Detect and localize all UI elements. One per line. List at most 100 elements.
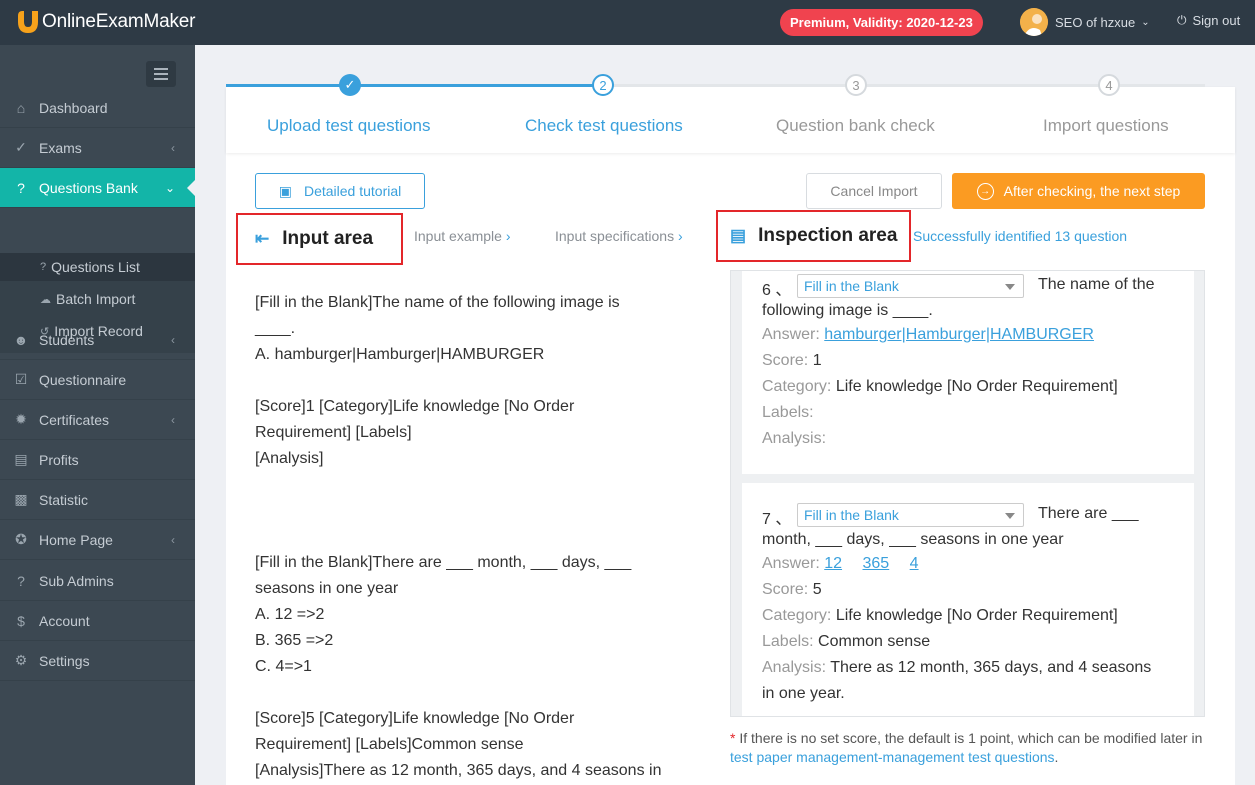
- answer-link[interactable]: 4: [910, 555, 919, 572]
- category-label: Category:: [762, 607, 832, 624]
- sidebar-item-settings[interactable]: ⚙ Settings: [0, 641, 195, 681]
- sign-out-label: Sign out: [1192, 13, 1241, 28]
- sidebar-item-profits[interactable]: ▤ Profits: [0, 440, 195, 480]
- input-line: A. hamburger|Hamburger|HAMBURGER: [255, 346, 545, 363]
- sidebar-item-label: Account: [39, 612, 90, 629]
- category-value: Life knowledge [No Order Requirement]: [835, 378, 1118, 395]
- input-line: [Score]5 [Category]Life knowledge [No Or…: [255, 710, 575, 727]
- footnote-end: .: [1054, 749, 1059, 765]
- analysis-label: Analysis:: [762, 430, 827, 447]
- chevron-right-icon: ›: [505, 228, 511, 244]
- sign-out-button[interactable]: ⏻ Sign out: [1177, 13, 1240, 28]
- sidebar-item-questionnaire[interactable]: ☑ Questionnaire: [0, 360, 195, 400]
- checkbox-icon: ☑: [14, 371, 28, 387]
- sidebar-item-dashboard[interactable]: ⌂ Dashboard: [0, 88, 195, 128]
- card-icon: ▤: [14, 451, 28, 467]
- progress-line-done: [226, 84, 603, 87]
- answer-link[interactable]: hamburger|Hamburger|HAMBURGER: [824, 326, 1094, 343]
- answer-label: Answer:: [762, 326, 820, 343]
- labels-row: Labels:: [762, 404, 814, 422]
- sidebar-item-home-page[interactable]: ✪ Home Page ‹: [0, 520, 195, 560]
- analysis-row: Analysis: There as 12 month, 365 days, a…: [762, 659, 1151, 677]
- step-3-circle: 3: [845, 74, 867, 96]
- step-4-label: Import questions: [1043, 116, 1169, 135]
- question-type-select[interactable]: Fill in the Blank: [797, 274, 1024, 298]
- footnote: * If there is no set score, the default …: [730, 729, 1210, 767]
- answer-label: Answer:: [762, 555, 820, 572]
- sidebar-subitem-questions-list[interactable]: ? Questions List: [0, 253, 195, 281]
- input-area-title: ⇤ Input area: [236, 213, 403, 265]
- input-line: [255, 368, 695, 394]
- chevron-left-icon: ‹: [171, 412, 175, 427]
- sidebar-item-label: Sub Admins: [39, 572, 114, 589]
- check-circle-icon: ✓: [15, 139, 27, 155]
- cancel-import-button[interactable]: Cancel Import: [806, 173, 942, 209]
- user-menu[interactable]: SEO of hzxue ⌄: [1020, 7, 1150, 37]
- sidebar-item-label: Settings: [39, 652, 90, 669]
- step-1-check-icon: ✓: [339, 74, 361, 96]
- question-circle-icon: ?: [17, 179, 25, 196]
- input-line: [Fill in the Blank]There are ___ month, …: [255, 554, 632, 571]
- input-line: C. 4=>1: [255, 658, 312, 675]
- sidebar-item-account[interactable]: $ Account: [0, 601, 195, 641]
- sidebar-item-label: Questions Bank: [39, 179, 138, 196]
- arrow-right-circle-icon: →: [976, 182, 994, 200]
- step-1-label: Upload test questions: [267, 116, 431, 135]
- chevron-right-icon: ›: [677, 228, 683, 244]
- gear-icon: ⚙: [14, 652, 28, 668]
- premium-badge[interactable]: Premium, Validity: 2020-12-23: [780, 9, 983, 36]
- question-card: 7 、 Fill in the Blank There are ___ mont…: [742, 483, 1194, 716]
- category-value: Life knowledge [No Order Requirement]: [835, 607, 1118, 624]
- cloud-upload-icon: ☁: [40, 293, 51, 306]
- sidebar-item-label: Students: [39, 331, 95, 348]
- labels-label: Labels:: [762, 404, 814, 421]
- sidebar-item-students[interactable]: ☻ Students ‹: [0, 320, 195, 360]
- sidebar-item-questions-bank[interactable]: ? Questions Bank ⌄: [0, 168, 195, 208]
- sidebar-subitem-batch-import[interactable]: ☁ Batch Import: [0, 285, 195, 313]
- input-textarea[interactable]: [Fill in the Blank]The name of the follo…: [255, 290, 695, 784]
- score-row: Score: 5: [762, 581, 822, 599]
- answer-link[interactable]: 365: [863, 555, 890, 572]
- brand-name: OnlineExamMaker: [42, 11, 196, 32]
- footnote-text: If there is no set score, the default is…: [735, 730, 1203, 746]
- answer-link[interactable]: 12: [824, 555, 842, 572]
- question-type-select[interactable]: Fill in the Blank: [797, 503, 1024, 527]
- category-row: Category: Life knowledge [No Order Requi…: [762, 607, 1118, 625]
- input-line: [255, 472, 695, 498]
- input-specifications-link[interactable]: Input specifications ›: [555, 228, 683, 244]
- labels-label: Labels:: [762, 633, 814, 650]
- sidebar-item-label: Profits: [39, 451, 79, 468]
- sidebar-item-exams[interactable]: ✓ Exams ‹: [0, 128, 195, 168]
- detailed-tutorial-button[interactable]: ▣ Detailed tutorial: [255, 173, 425, 209]
- sidebar-item-sub-admins[interactable]: ? Sub Admins: [0, 561, 195, 601]
- footnote-link[interactable]: test paper management-management test qu…: [730, 749, 1055, 765]
- document-search-icon: ▤: [730, 226, 747, 245]
- question-circle-icon: ?: [40, 261, 47, 273]
- step-2-label: Check test questions: [525, 116, 683, 135]
- step-4-circle: 4: [1098, 74, 1120, 96]
- users-icon: ☻: [13, 331, 29, 348]
- sidebar-item-statistic[interactable]: ▩ Statistic: [0, 480, 195, 520]
- input-line: [255, 498, 695, 524]
- success-message: Successfully identified 13 question: [913, 228, 1128, 244]
- sidebar-item-label: Certificates: [39, 411, 110, 428]
- input-example-link[interactable]: Input example ›: [414, 228, 511, 244]
- avatar: [1020, 8, 1048, 36]
- sidebar-item-label: Questionnaire: [39, 371, 127, 388]
- input-line: [255, 524, 695, 550]
- category-row: Category: Life knowledge [No Order Requi…: [762, 378, 1118, 396]
- input-line: seasons in one year: [255, 580, 399, 597]
- brand-logo[interactable]: OnlineExamMaker: [16, 8, 195, 36]
- menu-toggle-icon[interactable]: [146, 61, 176, 87]
- step-2-circle: 2: [592, 74, 614, 96]
- detailed-tutorial-label: Detailed tutorial: [303, 183, 402, 199]
- chevron-down-icon: ⌄: [1141, 16, 1150, 28]
- input-line: A. 12 =>2: [255, 606, 325, 623]
- sidebar-subitem-label: Batch Import: [56, 291, 136, 307]
- score-label: Score:: [762, 581, 809, 598]
- analysis-value: There as 12 month, 365 days, and 4 seaso…: [830, 659, 1152, 676]
- sidebar-item-certificates[interactable]: ✹ Certificates ‹: [0, 400, 195, 440]
- labels-value: Common sense: [818, 633, 931, 650]
- inspection-panel[interactable]: 6 、 Fill in the Blank The name of the fo…: [730, 270, 1205, 717]
- next-step-button[interactable]: → After checking, the next step: [952, 173, 1205, 209]
